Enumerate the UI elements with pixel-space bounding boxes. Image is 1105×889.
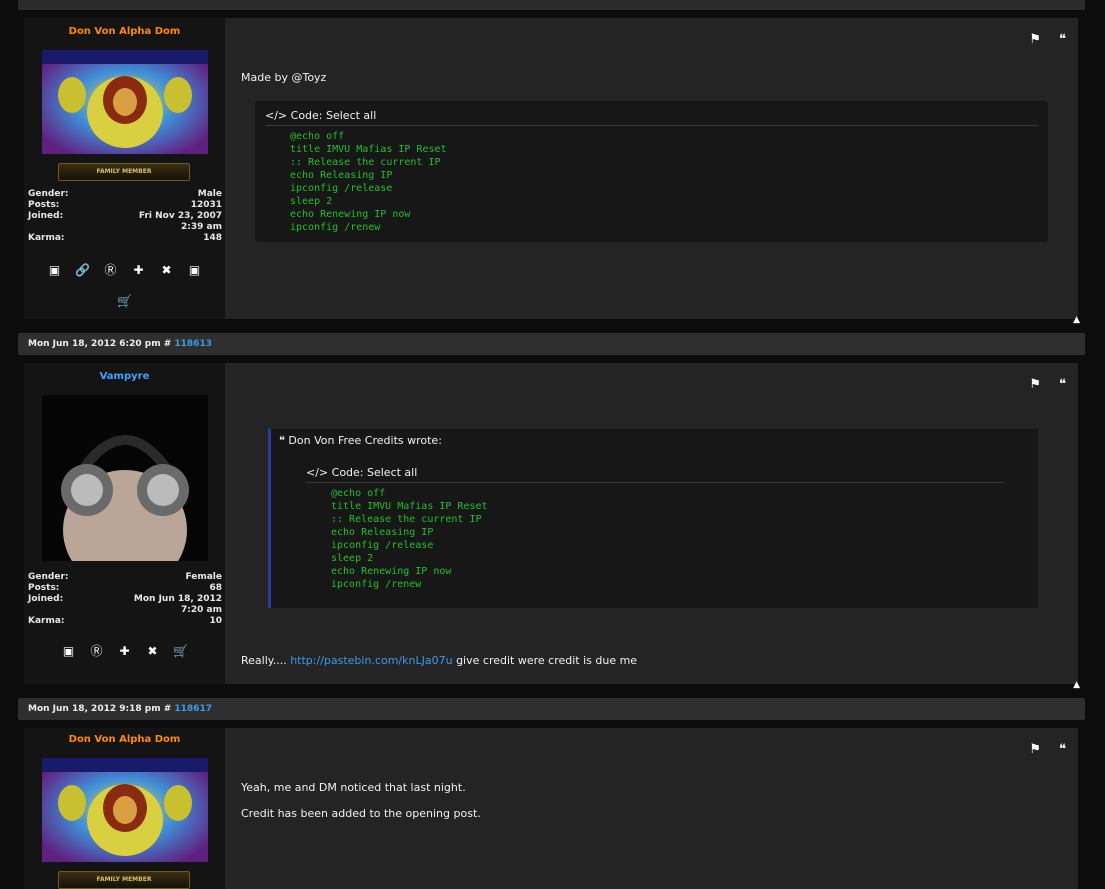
gender-label: Gender: bbox=[28, 189, 69, 199]
post-actions: ⚑ ❝ bbox=[1011, 377, 1066, 392]
post-actions: ⚑ ❝ bbox=[1011, 32, 1066, 47]
report-flag-icon[interactable]: ⚑ bbox=[1029, 742, 1041, 757]
previous-post-header bbox=[18, 0, 1085, 10]
quote-header: ❝ Don Von Free Credits wrote: bbox=[271, 429, 1038, 447]
add-foe-icon[interactable]: ✖ bbox=[142, 643, 164, 659]
post-text-line-1: Yeah, me and DM noticed that last night. bbox=[241, 781, 466, 794]
rank-badge: FAMILY MEMBER bbox=[58, 163, 190, 181]
posts-value[interactable]: 68 bbox=[209, 583, 222, 594]
post-body: ⚑ ❝ Yeah, me and DM noticed that last nig… bbox=[225, 728, 1078, 889]
back-to-top-icon[interactable]: ▲ bbox=[1073, 315, 1080, 325]
post-text: Really.... http://pastebin.com/knLJa07u … bbox=[241, 654, 637, 667]
website-icon[interactable]: 🔗 bbox=[72, 262, 94, 278]
author-name[interactable]: Vampyre bbox=[24, 371, 225, 382]
post-date: Mon Jun 18, 2012 9:18 pm # bbox=[28, 704, 172, 714]
post-body: ⚑ ❝ Made by @Toyz </> Code: Select all @e… bbox=[225, 18, 1080, 325]
report-flag-icon[interactable]: ⚑ bbox=[1029, 377, 1041, 392]
report-flag-icon[interactable]: ⚑ bbox=[1029, 32, 1041, 47]
post-text: Made by @Toyz bbox=[241, 71, 327, 84]
contact-icons-row2: 🛒 bbox=[24, 290, 225, 309]
post-header: Mon Jun 18, 2012 9:18 pm # 118617 bbox=[18, 698, 1085, 720]
post-profile: Don Von Alpha Dom FAMILY MEMBE bbox=[24, 728, 225, 889]
karma-label: Karma: bbox=[28, 233, 65, 243]
code-content: @echo off title IMVU Mafias IP Reset :: … bbox=[331, 488, 488, 590]
code-title[interactable]: </> Code: Select all bbox=[255, 101, 1048, 126]
quote-icon: ❝ bbox=[279, 434, 285, 447]
joined-label: Joined: bbox=[28, 594, 64, 604]
posts-label: Posts: bbox=[28, 200, 60, 210]
code-content: @echo off title IMVU Mafias IP Reset :: … bbox=[290, 131, 447, 233]
post-permalink[interactable]: 118617 bbox=[174, 704, 212, 714]
post-profile: Vampyre Gender: Female Posts: 68 Joined: Mo… bbox=[24, 363, 225, 684]
post-body: ⚑ ❝ ❝ Don Von Free Credits wrote: </> Cod… bbox=[225, 363, 1080, 690]
post-date: Mon Jun 18, 2012 6:20 pm # bbox=[28, 339, 172, 349]
contact-icons: ▣ 🔗 Ⓡ ✚ ✖ ▣ bbox=[24, 259, 225, 278]
reply-prefix: Really.... bbox=[241, 654, 287, 667]
post-profile: Don Von Alpha Dom FAMILY MEMBE bbox=[24, 18, 225, 319]
quote-icon[interactable]: ❝ bbox=[1059, 32, 1066, 47]
code-icon: </> bbox=[265, 109, 288, 122]
karma-label: Karma: bbox=[28, 616, 65, 626]
joined-value: Mon Jun 18, 2012 7:20 am bbox=[133, 594, 222, 615]
cart-icon[interactable]: 🛒 bbox=[170, 643, 192, 659]
author-stats: Gender: Female Posts: 68 Joined: Mon Jun 18… bbox=[28, 572, 222, 627]
skype-icon[interactable]: Ⓡ bbox=[100, 262, 122, 278]
gallery-icon[interactable]: ▣ bbox=[184, 262, 206, 278]
karma-value: 10 bbox=[209, 616, 222, 626]
author-avatar bbox=[42, 395, 208, 590]
author-avatar bbox=[42, 50, 208, 154]
code-title-label: Code: Select all bbox=[290, 109, 377, 122]
code-title-label: Code: Select all bbox=[331, 466, 418, 479]
post-117xxx: Don Von Alpha Dom FAMILY MEMBER Gender: … bbox=[24, 18, 1080, 325]
contact-icons: ▣ Ⓡ ✚ ✖ 🛒 bbox=[24, 640, 225, 659]
quote-author: Don Von Free Credits wrote: bbox=[288, 434, 442, 447]
add-friend-icon[interactable]: ✚ bbox=[128, 262, 150, 278]
quote-icon[interactable]: ❝ bbox=[1059, 742, 1066, 757]
code-block: </> Code: Select all @echo off title IMV… bbox=[255, 101, 1048, 242]
posts-value[interactable]: 12031 bbox=[191, 200, 222, 211]
joined-value: Fri Nov 23, 2007 2:39 am bbox=[138, 211, 222, 232]
add-friend-icon[interactable]: ✚ bbox=[114, 643, 136, 659]
reply-suffix: give credit were credit is due me bbox=[456, 654, 638, 667]
cart-icon[interactable]: 🛒 bbox=[114, 293, 136, 309]
post-header: Mon Jun 18, 2012 6:20 pm # 118613 bbox=[18, 333, 1085, 355]
author-name[interactable]: Don Von Alpha Dom bbox=[24, 26, 225, 37]
author-name[interactable]: Don Von Alpha Dom bbox=[24, 734, 225, 745]
pm-icon[interactable]: ▣ bbox=[44, 262, 66, 278]
quote-block: ❝ Don Von Free Credits wrote: </> Code: … bbox=[268, 429, 1038, 608]
quote-icon[interactable]: ❝ bbox=[1059, 377, 1066, 392]
author-avatar bbox=[42, 758, 208, 862]
add-foe-icon[interactable]: ✖ bbox=[156, 262, 178, 278]
pm-icon[interactable]: ▣ bbox=[58, 643, 80, 659]
gender-label: Gender: bbox=[28, 572, 69, 582]
rank-badge: FAMILY MEMBER bbox=[58, 871, 190, 889]
pastebin-link[interactable]: http://pastebin.com/knLJa07u bbox=[290, 654, 452, 667]
post-actions: ⚑ ❝ bbox=[1011, 742, 1066, 757]
author-stats: Gender: Male Posts: 12031 Joined: Fri Nov 2… bbox=[28, 189, 222, 244]
code-block: </> Code: Select all @echo off title IMV… bbox=[296, 458, 1014, 608]
post-permalink[interactable]: 118613 bbox=[174, 339, 212, 349]
posts-label: Posts: bbox=[28, 583, 60, 593]
code-title[interactable]: </> Code: Select all bbox=[296, 458, 1014, 483]
karma-value: 148 bbox=[203, 233, 222, 243]
skype-icon[interactable]: Ⓡ bbox=[86, 643, 108, 659]
code-icon: </> bbox=[306, 466, 329, 479]
joined-label: Joined: bbox=[28, 211, 64, 221]
back-to-top-icon[interactable]: ▲ bbox=[1073, 680, 1080, 690]
gender-value: Female bbox=[185, 572, 222, 582]
post-text-line-2: Credit has been added to the opening pos… bbox=[241, 807, 481, 820]
post-118613: Vampyre Gender: Female Posts: 68 Joined: Mo… bbox=[24, 363, 1080, 690]
post-118617: Don Von Alpha Dom FAMILY MEMBER ⚑ ❝ Yeah… bbox=[24, 728, 1078, 889]
gender-value: Male bbox=[197, 189, 222, 199]
